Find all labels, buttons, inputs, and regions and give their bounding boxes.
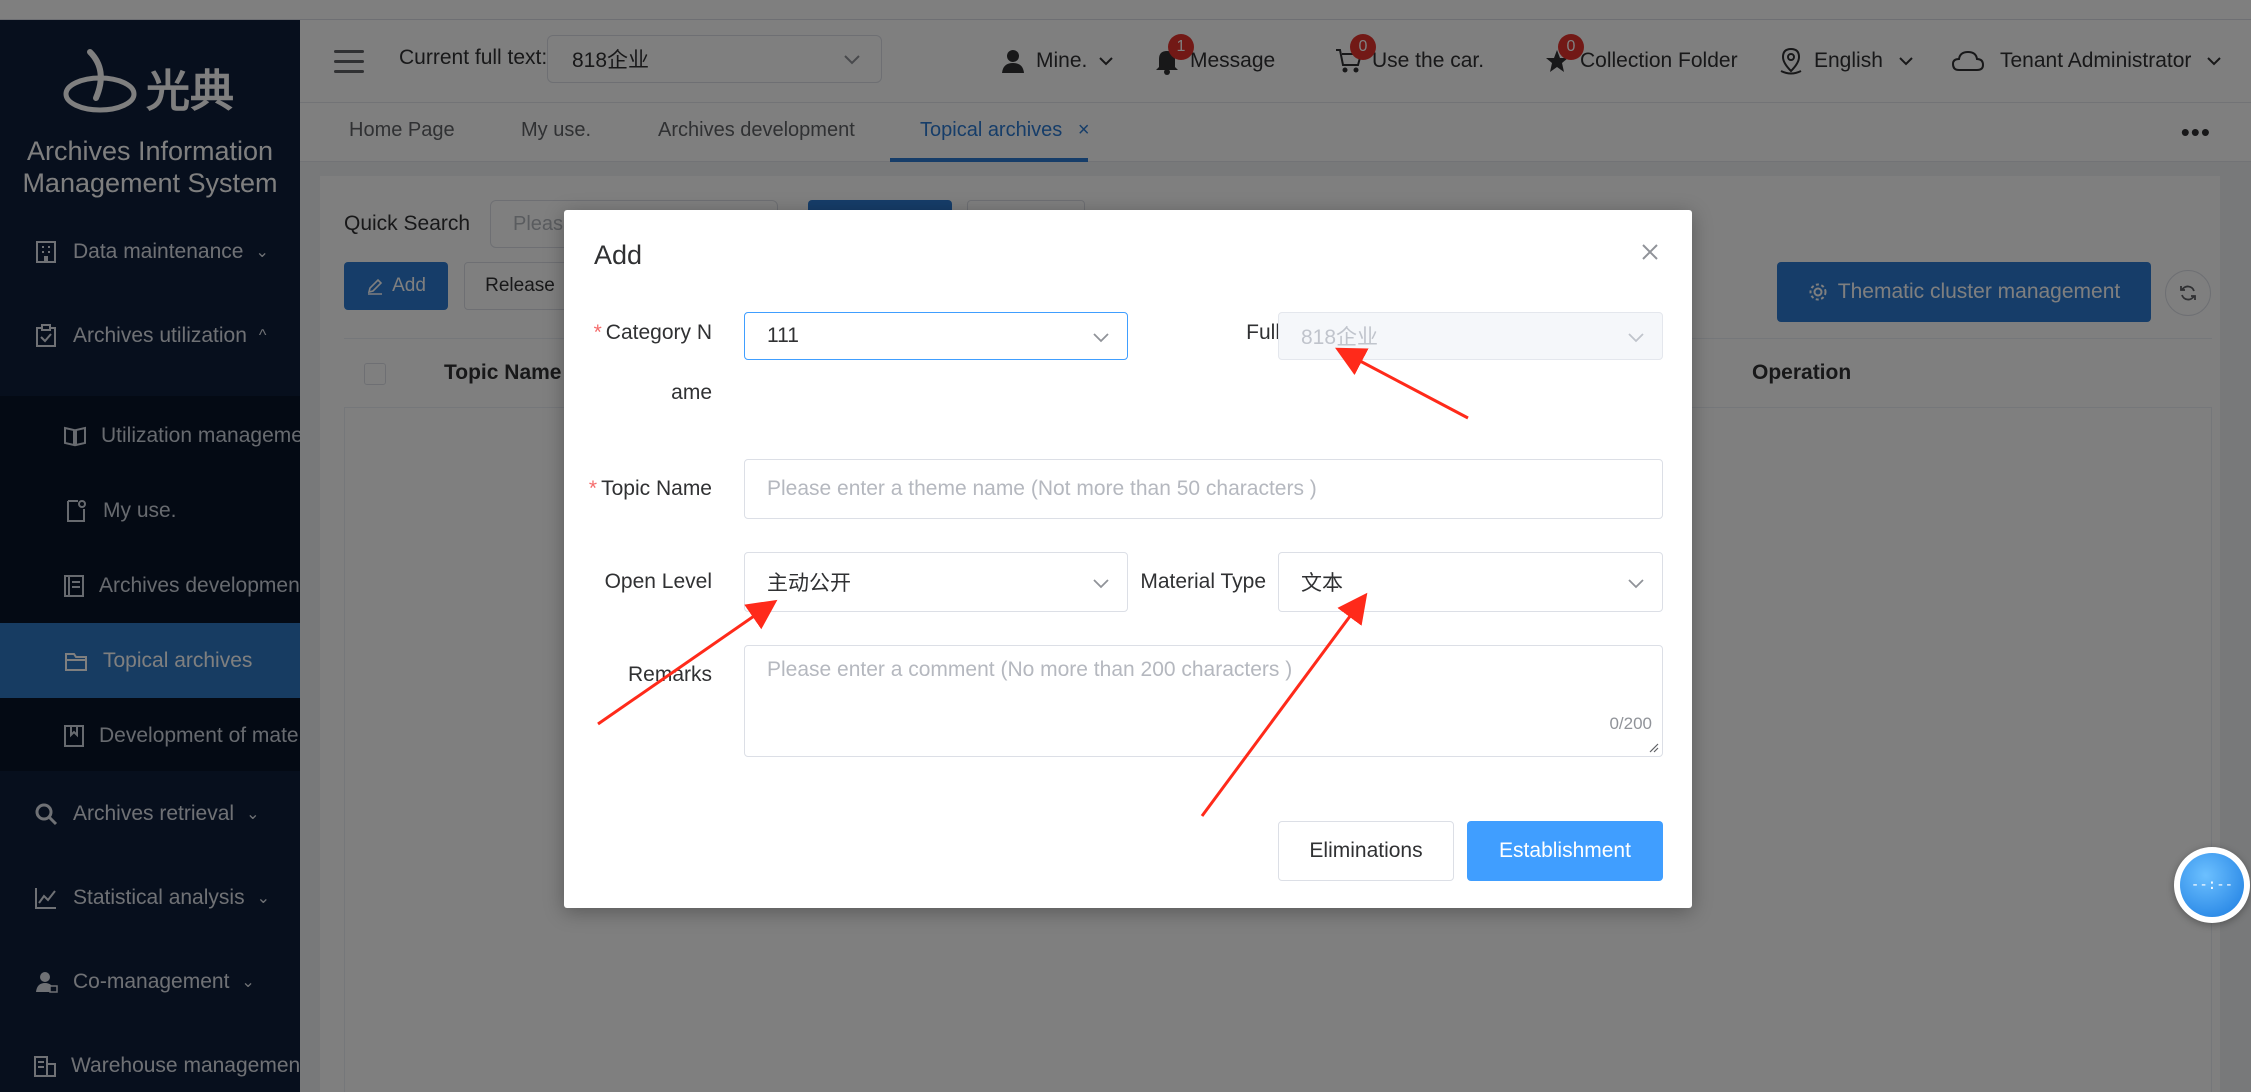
- topic-name-input[interactable]: Please enter a theme name (Not more than…: [744, 459, 1663, 519]
- dialog-title: Add: [594, 240, 643, 270]
- cancel-button[interactable]: Eliminations: [1278, 821, 1454, 881]
- resize-grip-icon[interactable]: [1647, 741, 1659, 753]
- remarks-textarea[interactable]: Please enter a comment (No more than 200…: [744, 645, 1663, 757]
- remarks-label: Remarks: [627, 663, 712, 686]
- floating-assistant-button[interactable]: --:--: [2174, 847, 2250, 923]
- add-dialog: Add * Category N ame 111 Full 818企业 * Topi…: [564, 210, 1692, 908]
- full-select: 818企业: [1278, 312, 1663, 360]
- remarks-char-count: 0/200: [1609, 714, 1652, 733]
- close-icon[interactable]: [1638, 240, 1662, 264]
- material-type-label: Material Type: [1140, 570, 1266, 593]
- clock-widget: --:--: [2180, 853, 2244, 917]
- open-level-label: Open Level: [604, 570, 712, 593]
- chevron-down-icon: [1628, 333, 1644, 343]
- full-label: Full: [1246, 321, 1280, 344]
- open-level-select[interactable]: 主动公开: [744, 552, 1128, 612]
- material-type-select[interactable]: 文本: [1278, 552, 1663, 612]
- chevron-down-icon: [1093, 333, 1109, 343]
- establishment-button[interactable]: Establishment: [1467, 821, 1663, 881]
- chevron-down-icon: [1093, 579, 1109, 589]
- chevron-down-icon: [1628, 579, 1644, 589]
- category-name-label: * Category N ame: [593, 321, 712, 404]
- topic-name-label: * Topic Name: [588, 477, 712, 500]
- category-name-select[interactable]: 111: [744, 312, 1128, 360]
